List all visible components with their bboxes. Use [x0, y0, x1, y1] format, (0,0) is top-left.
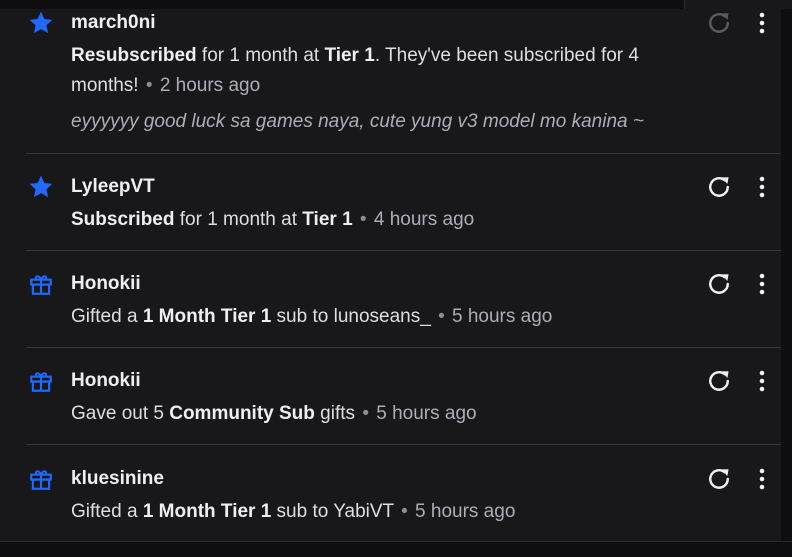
event-text-tail: gifts	[314, 403, 356, 424]
divider	[26, 250, 781, 251]
event-description: Gifted a 1 Month Tier 1 sub to lunoseans…	[71, 302, 711, 332]
more-options-button[interactable]	[751, 465, 773, 493]
replay-alert-button[interactable]	[705, 367, 733, 395]
scrollbar-track[interactable]	[781, 9, 792, 541]
separator-dot: •	[145, 75, 153, 96]
username[interactable]: kluesinine	[71, 466, 164, 492]
event-text-tail: sub to YabiVT	[271, 501, 394, 522]
gift-icon	[28, 466, 54, 492]
event-tier: 1 Month Tier 1	[142, 306, 272, 327]
top-tab[interactable]	[684, 0, 792, 9]
top-toolbar	[0, 0, 792, 9]
star-icon	[28, 174, 54, 200]
replay-alert-button[interactable]	[705, 9, 733, 37]
separator-dot: •	[438, 306, 445, 327]
username[interactable]: march0ni	[71, 10, 155, 36]
bottom-panel-edge	[0, 541, 792, 557]
event-text: Gave out 5	[71, 403, 170, 424]
event-description: Gifted a 1 Month Tier 1 sub to YabiVT • …	[71, 497, 711, 527]
separator-dot: •	[362, 403, 369, 424]
event-tier: Community Sub	[169, 403, 315, 424]
event-timestamp: 5 hours ago	[376, 403, 477, 424]
resub-message: eyyyyyy good luck sa games naya, cute yu…	[71, 111, 644, 132]
event-type: Subscribed	[71, 209, 175, 230]
event-timestamp: 5 hours ago	[452, 306, 553, 327]
event-description: Gave out 5 Community Sub gifts • 5 hours…	[71, 399, 711, 429]
separator-dot: •	[401, 501, 408, 522]
separator-dot: •	[359, 209, 367, 230]
replay-alert-button[interactable]	[705, 173, 733, 201]
replay-alert-button[interactable]	[705, 465, 733, 493]
more-options-button[interactable]	[751, 270, 773, 298]
event-text: Gifted a	[71, 501, 143, 522]
username[interactable]: Honokii	[71, 368, 141, 394]
gift-icon	[28, 368, 54, 394]
more-options-button[interactable]	[751, 367, 773, 395]
replay-alert-button[interactable]	[705, 270, 733, 298]
event-text-tail: sub to lunoseans_	[271, 306, 431, 327]
event-text: for 1 month at	[174, 209, 303, 230]
username[interactable]: Honokii	[71, 271, 141, 297]
more-options-button[interactable]	[751, 9, 773, 37]
event-text: for 1 month at	[196, 45, 325, 66]
event-timestamp: 2 hours ago	[159, 75, 261, 96]
divider	[26, 347, 781, 348]
gift-icon	[28, 271, 54, 297]
divider	[26, 153, 781, 154]
event-timestamp: 5 hours ago	[415, 501, 516, 522]
event-tier: Tier 1	[302, 209, 353, 230]
event-description: Subscribed for 1 month at Tier 1 • 4 hou…	[71, 205, 711, 235]
event-tier: 1 Month Tier 1	[142, 501, 272, 522]
event-timestamp: 4 hours ago	[373, 209, 475, 230]
event-description: Resubscribed for 1 month at Tier 1. They…	[71, 41, 711, 101]
event-text: Gifted a	[71, 306, 143, 327]
star-icon	[28, 10, 54, 36]
event-tier: Tier 1	[324, 45, 375, 66]
more-options-button[interactable]	[751, 173, 773, 201]
username[interactable]: LyleepVT	[71, 174, 155, 200]
divider	[26, 444, 781, 445]
event-type: Resubscribed	[71, 45, 197, 66]
